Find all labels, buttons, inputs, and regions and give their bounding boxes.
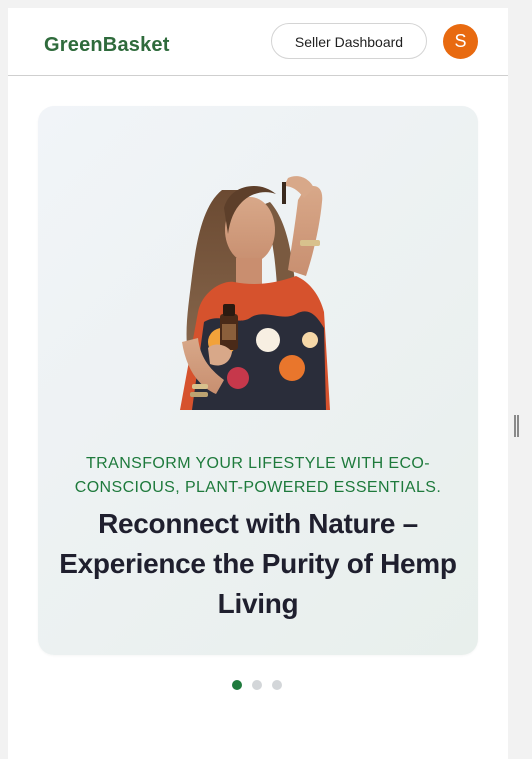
resize-handle[interactable] [514,415,519,437]
woman-with-hemp-oil-bottle-image [180,176,330,410]
hero-subtitle: TRANSFORM YOUR LIFESTYLE WITH ECO-CONSCI… [74,455,442,496]
hero-headline: Reconnect with Nature – Experience the P… [59,508,457,619]
brand-logo[interactable]: GreenBasket [44,34,170,57]
carousel-dot-2[interactable] [252,680,262,690]
carousel-dot-3[interactable] [272,680,282,690]
hero-card: TRANSFORM YOUR LIFESTYLE WITH ECO-CONSCI… [38,106,478,655]
seller-dashboard-button[interactable]: Seller Dashboard [271,23,427,59]
user-avatar[interactable]: S [443,24,478,59]
carousel-dot-1[interactable] [232,680,242,690]
page-viewport: GreenBasket Seller Dashboard S TRANSFORM… [8,8,508,759]
site-header: GreenBasket Seller Dashboard S [8,8,508,76]
